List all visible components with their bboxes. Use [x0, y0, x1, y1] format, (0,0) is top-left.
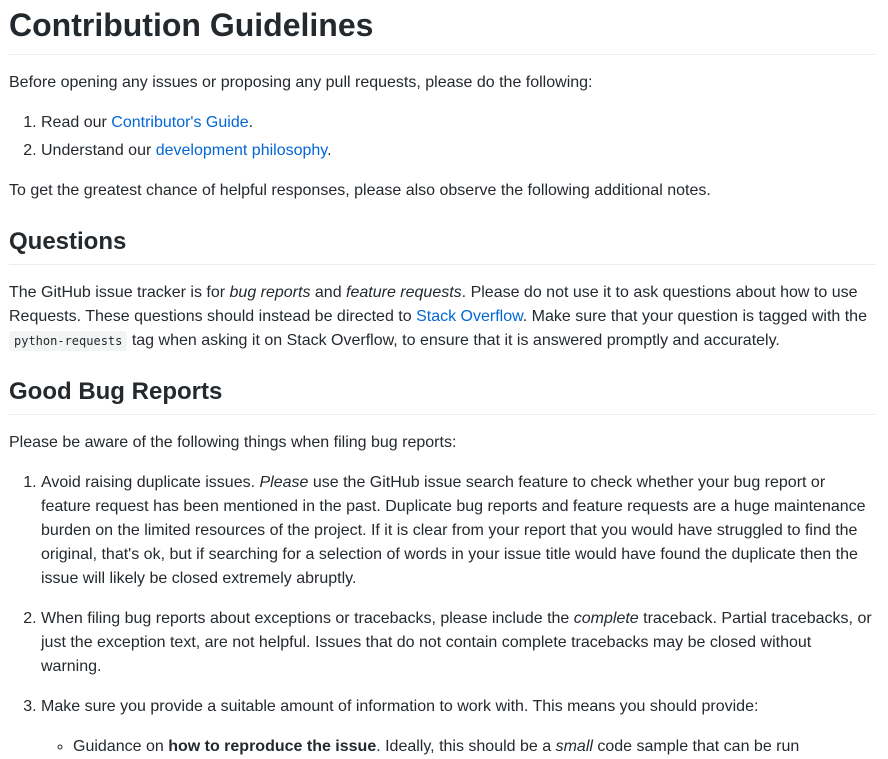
text: Read our [41, 114, 112, 131]
list-item: When filing bug reports about exceptions… [41, 607, 875, 679]
bug-reports-intro: Please be aware of the following things … [9, 434, 457, 451]
list-item: Guidance on how to reproduce the issue. … [73, 735, 875, 759]
emphasis: complete [573, 610, 639, 627]
text: Guidance on [73, 738, 169, 755]
text: code sample that can be run [592, 738, 800, 755]
bug-reports-heading: Good Bug Reports [9, 377, 875, 415]
steps-list: Read our Contributor's Guide. Understand… [9, 111, 875, 163]
list-item: Avoid raising duplicate issues. Please u… [41, 471, 875, 591]
list-paragraph: Avoid raising duplicate issues. Please u… [41, 471, 875, 591]
text: Avoid raising duplicate issues. [41, 474, 260, 491]
list-paragraph: When filing bug reports about exceptions… [41, 607, 875, 679]
contributors-guide-link[interactable]: Contributor's Guide [111, 114, 248, 131]
text: tag when asking it on Stack Overflow, to… [127, 332, 780, 349]
development-philosophy-link[interactable]: development philosophy [156, 142, 327, 159]
intro-text: Before opening any issues or proposing a… [9, 74, 593, 91]
sub-list: Guidance on how to reproduce the issue. … [41, 735, 875, 759]
text: Understand our [41, 142, 156, 159]
emphasis: small [555, 738, 593, 755]
questions-heading: Questions [9, 227, 875, 265]
text: The GitHub issue tracker is for [9, 284, 230, 301]
text: When filing bug reports about exceptions… [41, 610, 574, 627]
inline-code: python-requests [9, 331, 128, 351]
questions-paragraph: The GitHub issue tracker is for bug repo… [9, 281, 875, 353]
emphasis: bug reports [229, 284, 311, 301]
emphasis: Please [259, 474, 309, 491]
emphasis: feature requests [346, 284, 462, 301]
notes-intro: To get the greatest chance of helpful re… [9, 182, 711, 199]
markdown-body: Contribution Guidelines Before opening a… [0, 0, 888, 759]
page-title: Contribution Guidelines [9, 5, 875, 55]
text: . Make sure that your question is tagged… [522, 308, 867, 325]
text: . [327, 142, 332, 159]
list-item: Understand our development philosophy. [41, 139, 875, 163]
list-paragraph: Make sure you provide a suitable amount … [41, 698, 759, 715]
list-item: Make sure you provide a suitable amount … [41, 695, 875, 759]
bug-reports-list: Avoid raising duplicate issues. Please u… [9, 471, 875, 759]
text: . Ideally, this should be a [376, 738, 556, 755]
text: . [248, 114, 254, 131]
list-item: Read our Contributor's Guide. [41, 111, 875, 135]
strong-text: how to reproduce the issue [168, 738, 377, 755]
text: and [310, 284, 347, 301]
stack-overflow-link[interactable]: Stack Overflow [416, 308, 523, 325]
